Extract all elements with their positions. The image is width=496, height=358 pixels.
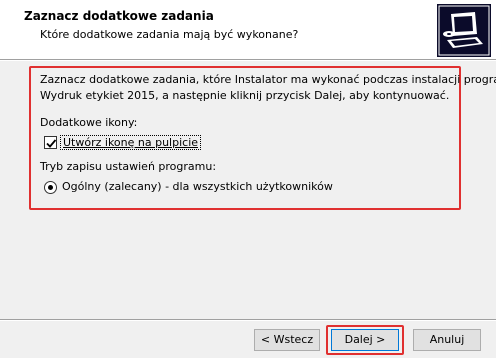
intro-text-line2: Wydruk etykiet 2015, a następnie kliknij…	[40, 89, 450, 102]
intro-text-line1: Zaznacz dodatkowe zadania, które Instala…	[40, 73, 496, 86]
page-subtitle: Które dodatkowe zadania mają być wykonan…	[40, 28, 299, 41]
settings-group-label: Tryb zapisu ustawień programu:	[40, 160, 217, 173]
icons-group-label: Dodatkowe ikony:	[40, 116, 138, 129]
installer-computer-icon	[437, 4, 491, 57]
checkmark-icon	[46, 139, 57, 148]
radio-selected-dot	[48, 185, 53, 190]
general-settings-radio-label[interactable]: Ogólny (zalecany) - dla wszystkich użytk…	[62, 180, 333, 193]
general-settings-radio[interactable]	[44, 181, 57, 194]
wizard-header: Zaznacz dodatkowe zadania Które dodatkow…	[0, 0, 496, 59]
next-button[interactable]: Dalej >	[331, 329, 399, 351]
page-title: Zaznacz dodatkowe zadania	[24, 9, 214, 23]
back-button[interactable]: < Wstecz	[254, 329, 320, 351]
desktop-icon-checkbox[interactable]	[44, 136, 57, 149]
footer-divider-highlight	[0, 320, 496, 321]
desktop-icon-label-text: Utwórz ikonę na pulpicie	[63, 136, 199, 149]
desktop-icon-checkbox-label[interactable]: Utwórz ikonę na pulpicie	[60, 135, 202, 150]
header-divider-highlight	[0, 60, 496, 61]
cancel-button[interactable]: Anuluj	[413, 329, 481, 351]
